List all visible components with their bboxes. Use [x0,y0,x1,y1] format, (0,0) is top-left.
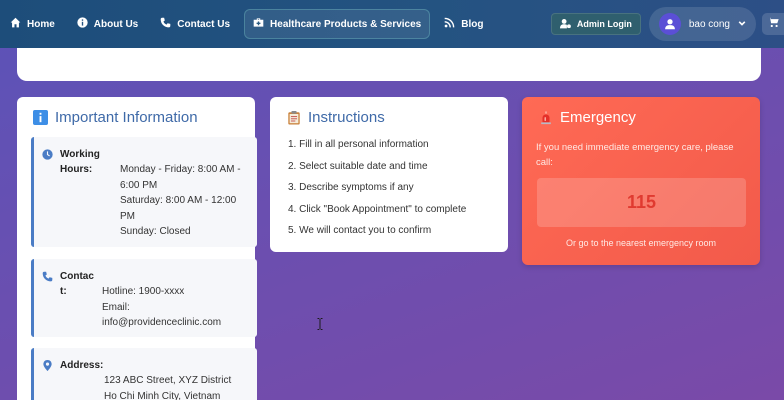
user-icon [664,19,675,30]
instructions-card: Instructions 1. Fill in all personal inf… [270,97,508,252]
nav-about-label: About Us [93,18,139,30]
important-info-card: Important Information Working Hours: Mon… [17,97,257,400]
list-item: 2. Select suitable date and time [288,160,428,172]
user-cog-icon [559,18,571,31]
nav-products[interactable]: Healthcare Products & Services [244,9,431,39]
cart-icon [767,15,779,33]
username: bao cong [688,18,730,30]
medkit-icon [253,17,264,31]
nav-right: Admin Login bao cong [550,0,784,48]
avatar [658,13,681,35]
nav-blog-label: Blog [461,18,484,30]
nav-about[interactable]: About Us [69,9,146,39]
list-item: 3. Describe symptoms if any [288,182,414,193]
address-line-1: 123 ABC Street, XYZ District [104,375,232,386]
contact-value: Hotline: 1900-xxxx Email: info@providenc… [102,284,252,331]
instructions-heading: Instructions [308,109,385,126]
important-info-heading: Important Information [55,109,198,126]
info-circle-icon [77,17,88,31]
hours-sunday: Sunday: Closed [120,226,191,237]
list-item: 1. Fill in all personal information [288,139,429,150]
map-pin-icon [42,358,53,371]
contact-hotline: Hotline: 1900-xxxx [102,286,185,297]
hours-saturday: Saturday: 8:00 AM - 12:00 PM [120,195,237,222]
instructions-title: Instructions [286,109,385,126]
address-label: Address: [60,360,104,371]
list-item: 4. Click "Book Appointment" to complete [288,203,467,215]
emergency-footer: Or go to the nearest emergency room [565,238,717,248]
emergency-heading: Emergency [560,109,636,126]
address-value: 123 ABC Street, XYZ District Ho Chi Minh… [104,373,254,400]
address-line-2: Ho Chi Minh City, Vietnam [104,390,221,400]
instruction-steps: 1. Fill in all personal information 2. S… [288,138,466,246]
address-block: Address: 123 ABC Street, XYZ District Ho… [31,348,257,400]
contact-email: Email: info@providenceclinic.com [102,301,222,329]
admin-login-button[interactable]: Admin Login [550,13,641,35]
home-icon [10,17,21,31]
working-hours-label: Working Hours: [60,149,100,175]
emergency-description: If you need immediate emergency care, pl… [536,142,734,168]
info-icon [33,110,48,125]
blog-icon [444,17,455,31]
emergency-title: Emergency [538,109,636,126]
siren-icon [538,110,553,125]
hours-weekday: Monday - Friday: 8:00 AM - 6:00 PM [120,164,241,191]
nav-products-label: Healthcare Products & Services [270,18,422,30]
nav-contact[interactable]: Contact Us [152,9,238,39]
nav-blog[interactable]: Blog [436,9,491,39]
cart-button[interactable] [762,13,784,35]
clipboard-icon [286,110,301,125]
contact-label: Contact: [60,271,94,297]
emergency-card: Emergency If you need immediate emergenc… [522,97,760,265]
nav-home-label: Home [27,18,55,30]
list-item: 5. We will contact you to confirm [288,225,432,236]
emergency-number[interactable]: 115 [537,178,746,227]
nav-home[interactable]: Home [2,9,63,39]
clock-icon [42,147,53,160]
text-cursor-icon [317,317,323,330]
navbar: Home About Us Contact Us Healthcare Prod… [0,0,784,48]
previous-section-card [17,48,761,81]
working-hours-block: Working Hours: Monday - Friday: 8:00 AM … [31,137,257,247]
important-info-title: Important Information [33,109,198,126]
admin-login-label: Admin Login [576,19,632,29]
phone-icon [160,17,171,31]
contact-block: Contact: Hotline: 1900-xxxx Email: info@… [31,259,257,337]
phone-icon [42,269,53,282]
chevron-down-icon [738,19,746,30]
nav-contact-label: Contact Us [177,18,231,30]
working-hours-value: Monday - Friday: 8:00 AM - 6:00 PM Satur… [120,162,248,240]
user-menu[interactable]: bao cong [648,7,756,41]
